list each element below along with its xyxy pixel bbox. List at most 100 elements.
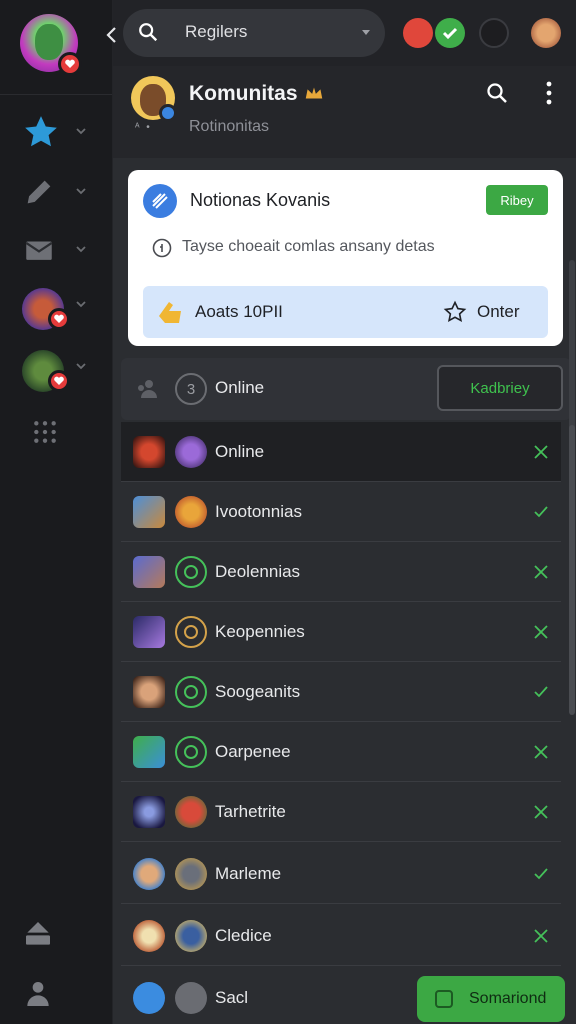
member-name: Online [215, 442, 265, 461]
notification-description: Tayse choeait comlas ansany detas [182, 238, 435, 255]
list-header-button[interactable]: Kadbriey [437, 365, 563, 411]
list-item[interactable]: Tarhetrite [121, 782, 561, 842]
check-icon[interactable] [533, 744, 549, 760]
rail-item-server-2[interactable] [22, 349, 92, 393]
hand-icon [159, 302, 181, 323]
member-thumbnail [133, 496, 165, 528]
check-icon[interactable] [533, 684, 549, 700]
check-icon[interactable] [533, 624, 549, 640]
member-avatar [175, 436, 207, 468]
more-icon[interactable] [537, 80, 561, 106]
rail-item-apps[interactable] [22, 410, 92, 454]
member-avatar [175, 676, 207, 708]
member-thumbnail [133, 556, 165, 588]
member-thumbnail [133, 676, 165, 708]
user-avatar-small-2[interactable] [531, 18, 561, 48]
mail-icon [25, 241, 53, 260]
list-item[interactable]: Keopennies [121, 602, 561, 662]
rail-item-inbox[interactable] [22, 912, 92, 956]
rail-divider [0, 94, 112, 95]
notification-icon [143, 184, 177, 218]
member-thumbnail [133, 616, 165, 648]
search-input[interactable]: Regilers [185, 22, 247, 42]
server-avatar [22, 288, 70, 330]
server-rail [0, 0, 112, 1024]
list-item[interactable]: Cledice [121, 906, 561, 966]
member-avatar [175, 556, 207, 588]
list-item[interactable]: Soogeanits [121, 662, 561, 722]
online-count-badge: 3 [175, 373, 207, 405]
member-name: Sacl [215, 988, 249, 1007]
member-avatar [175, 496, 207, 528]
inbox-icon [26, 922, 50, 945]
member-name: Cledice [215, 926, 272, 945]
action-bar-right-label[interactable]: Onter [477, 302, 520, 322]
list-item[interactable]: Ivootonnias [121, 482, 561, 542]
action-bar-left-label: Aoats 10PII [195, 302, 283, 321]
list-header: 3 Online Kadbriey [121, 358, 571, 420]
rail-item-pen[interactable] [22, 170, 92, 214]
member-thumbnail [133, 982, 165, 1014]
member-name: Oarpenee [215, 742, 291, 761]
member-avatar [175, 736, 207, 768]
top-bar: Regilers [106, 0, 576, 66]
member-name: Keopennies [215, 622, 305, 641]
angry-emoji-icon[interactable] [403, 18, 433, 48]
list-item[interactable]: Oarpenee [121, 722, 561, 782]
rail-item-people[interactable] [22, 972, 92, 1016]
server-avatar [22, 350, 70, 392]
member-name: Soogeanits [215, 682, 301, 701]
dropdown-arrow-icon[interactable] [361, 29, 371, 37]
rail-item-server-1[interactable] [22, 287, 92, 331]
member-thumbnail [133, 736, 165, 768]
check-icon[interactable] [533, 928, 549, 944]
check-icon[interactable] [533, 564, 549, 580]
member-thumbnail [133, 858, 165, 890]
list-item[interactable]: Deolennias [121, 542, 561, 602]
check-icon[interactable] [533, 504, 549, 520]
community-header: ᴬ • Komunitas Rotinonitas [113, 66, 576, 158]
member-thumbnail [133, 796, 165, 828]
member-avatar [175, 982, 207, 1014]
community-title: Komunitas [189, 82, 298, 105]
notification-action-bar[interactable]: Aoats 10PII Onter [143, 286, 548, 338]
member-avatar [175, 796, 207, 828]
shield-check-icon[interactable] [435, 18, 465, 48]
grid-icon [34, 421, 56, 443]
floating-action-button[interactable]: Somariond [417, 976, 565, 1022]
check-icon[interactable] [533, 866, 549, 882]
notification-action-button[interactable]: Ribey [486, 185, 548, 215]
star-outline-icon[interactable] [443, 300, 467, 324]
list-item[interactable]: Online [121, 422, 561, 482]
rail-item-mail[interactable] [22, 228, 92, 272]
search-icon[interactable] [485, 81, 509, 105]
check-icon[interactable] [533, 804, 549, 820]
member-name: Deolennias [215, 562, 301, 581]
verified-badge [159, 104, 177, 122]
check-icon[interactable] [533, 444, 549, 460]
crown-icon [305, 87, 323, 99]
chevron-down-icon [76, 301, 86, 308]
member-name: Marleme [215, 864, 282, 883]
user-avatar[interactable] [20, 14, 82, 76]
star-icon [25, 116, 57, 147]
scrollbar-thumb[interactable] [569, 425, 575, 715]
app-root: Regilers ᴬ • Komunitas Rotinonitas Notio… [0, 0, 576, 1024]
people-icon [138, 380, 157, 398]
user-avatar-small[interactable] [479, 18, 509, 48]
member-thumbnail [133, 920, 165, 952]
chevron-down-icon [76, 363, 86, 370]
member-name: Ivootonnias [215, 502, 302, 521]
member-avatar [175, 858, 207, 890]
chevron-down-icon [76, 128, 86, 135]
community-avatar-dots: ᴬ • [135, 122, 152, 133]
rail-item-star[interactable] [22, 110, 92, 154]
member-name: Tarhetrite [215, 802, 286, 821]
chevron-left-icon[interactable] [105, 26, 119, 44]
people-icon [27, 982, 49, 1006]
list-header-label: Online [215, 378, 265, 397]
list-item[interactable]: Marleme [121, 844, 561, 904]
fab-label: Somariond [469, 990, 547, 1007]
search-bar[interactable]: Regilers [123, 9, 385, 57]
chevron-down-icon [76, 188, 86, 195]
